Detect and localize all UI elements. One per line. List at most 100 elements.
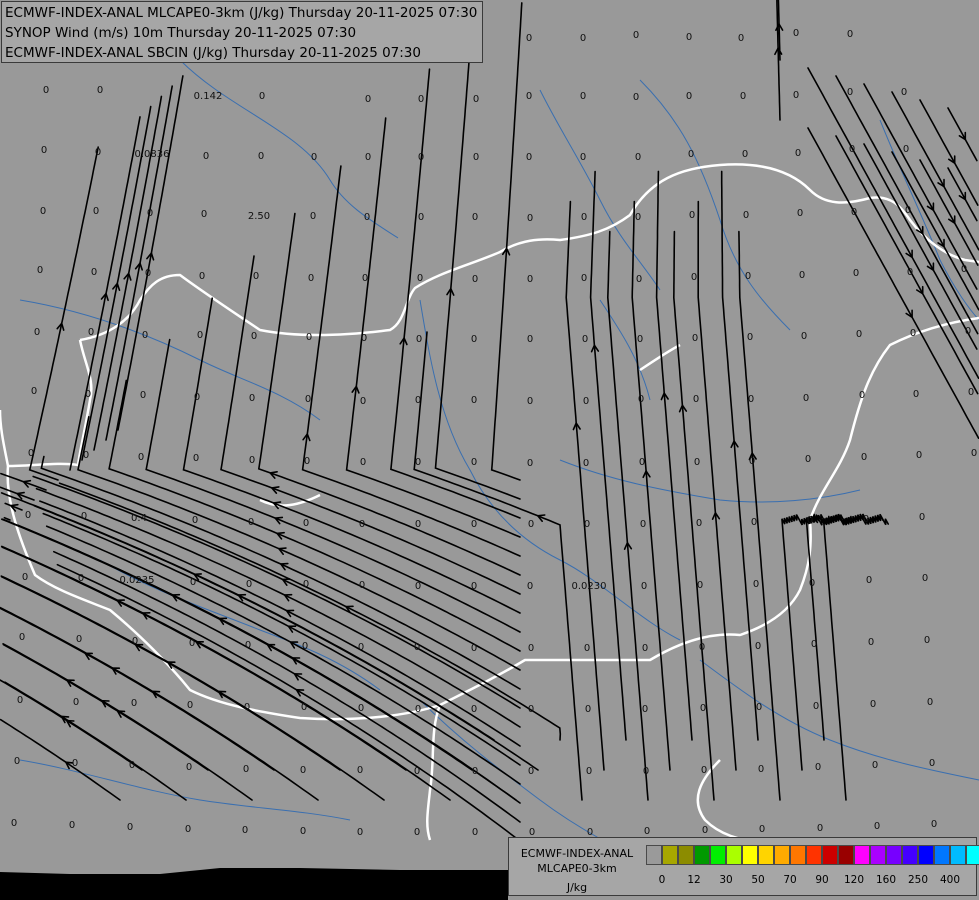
sbcin-value-label: 0: [415, 581, 421, 592]
sbcin-value-label: 0: [310, 211, 316, 222]
legend-swatch: [790, 845, 806, 865]
sbcin-value-label: 0: [636, 274, 642, 285]
sbcin-value-label: 0: [360, 396, 366, 407]
sbcin-value-label: 0: [700, 703, 706, 714]
legend-swatch: [886, 845, 902, 865]
sbcin-value-label: 0: [185, 824, 191, 835]
title-line-sbcin: ECMWF-INDEX-ANAL SBCIN (J/kg) Thursday 2…: [5, 45, 421, 61]
sbcin-value-label: 0: [527, 334, 533, 345]
sbcin-value-label: 0: [633, 30, 639, 41]
sbcin-value-label: 0: [583, 458, 589, 469]
sbcin-value-label: 0: [756, 702, 762, 713]
sbcin-value-label: 0: [34, 327, 40, 338]
sbcin-value-label: 0: [799, 270, 805, 281]
sbcin-value-label: 0: [740, 91, 746, 102]
sbcin-value-label: 0: [694, 457, 700, 468]
sbcin-value-label: 0.142: [194, 91, 223, 102]
sbcin-value-label: 0: [583, 396, 589, 407]
sbcin-value-label: 0: [248, 517, 254, 528]
sbcin-value-label: 0: [85, 389, 91, 400]
sbcin-value-label: 0: [203, 151, 209, 162]
sbcin-value-label: 0: [905, 205, 911, 216]
sbcin-value-label: 0: [795, 148, 801, 159]
sbcin-value-label: 0: [692, 333, 698, 344]
weather-map[interactable]: 000.142000000000001.200000000000000.0836…: [0, 0, 979, 900]
sbcin-value-label: 0: [745, 271, 751, 282]
sbcin-value-label: 0: [749, 456, 755, 467]
legend-tick: 160: [875, 874, 897, 886]
sbcin-value-label: 0: [28, 448, 34, 459]
sbcin-value-label: 0: [189, 638, 195, 649]
sbcin-value-label: 0: [526, 152, 532, 163]
sbcin-value-label: 0: [358, 703, 364, 714]
sbcin-value-label: 0: [863, 514, 869, 525]
sbcin-value-label: 0: [249, 393, 255, 404]
sbcin-value-label: 0: [643, 766, 649, 777]
sbcin-value-label: 0: [640, 519, 646, 530]
sbcin-value-label: 0: [414, 766, 420, 777]
sbcin-value-label: 0: [303, 579, 309, 590]
sbcin-value-label: 0: [311, 152, 317, 163]
sbcin-value-label: 0: [910, 328, 916, 339]
sbcin-value-label: 0: [127, 822, 133, 833]
sbcin-value-label: 0: [686, 32, 692, 43]
sbcin-value-label: 0: [528, 519, 534, 530]
sbcin-value-label: 0: [758, 764, 764, 775]
sbcin-value-label: 0: [639, 457, 645, 468]
sbcin-value-label: 0: [642, 643, 648, 654]
sbcin-value-label: 0: [901, 87, 907, 98]
sbcin-value-label: 0: [870, 699, 876, 710]
sbcin-value-label: 0: [526, 91, 532, 102]
mlcape-legend: ECMWF-INDEX-ANAL MLCAPE0-3km J/kg 0 12 30 5…: [508, 837, 979, 896]
sbcin-value-label: 0: [88, 327, 94, 338]
sbcin-value-label: 0: [743, 210, 749, 221]
sbcin-value-label: 0: [581, 212, 587, 223]
sbcin-value-label: 0: [644, 826, 650, 837]
sbcin-value-label: 0: [903, 144, 909, 155]
sbcin-value-label: 0: [586, 766, 592, 777]
legend-tick: 30: [719, 874, 733, 886]
sbcin-value-label: 0: [187, 700, 193, 711]
sbcin-value-label: 0: [924, 635, 930, 646]
sbcin-value-label: 0: [303, 518, 309, 529]
sbcin-value-label: 0: [416, 334, 422, 345]
sbcin-value-label: 0: [72, 758, 78, 769]
sbcin-value-label: 0: [357, 765, 363, 776]
sbcin-value-label: 0: [580, 91, 586, 102]
sbcin-value-label: 0: [526, 33, 532, 44]
sbcin-value-label: 0: [300, 765, 306, 776]
sbcin-value-label: 0: [40, 206, 46, 217]
sbcin-value-label: 0: [633, 92, 639, 103]
sbcin-value-label: 0.0836: [135, 149, 170, 160]
legend-swatch: [806, 845, 822, 865]
legend-swatch: [966, 845, 979, 865]
sbcin-value-label: 0: [686, 91, 692, 102]
sbcin-value-label: 0: [919, 512, 925, 523]
sbcin-value-label: 0: [245, 640, 251, 651]
sbcin-value-label: 0: [874, 821, 880, 832]
legend-swatch: [758, 845, 774, 865]
sbcin-value-label: 0: [31, 386, 37, 397]
sbcin-value-label: 0: [93, 206, 99, 217]
sbcin-value-label: 0: [357, 827, 363, 838]
sbcin-value-label: 0: [581, 273, 587, 284]
sbcin-value-label: 0: [585, 704, 591, 715]
sbcin-value-label: 0: [907, 267, 913, 278]
legend-swatch: [742, 845, 758, 865]
legend-tick: 120: [843, 874, 865, 886]
sbcin-value-label: 0: [738, 33, 744, 44]
sbcin-value-label: 0: [580, 33, 586, 44]
sbcin-value-label: 0: [815, 762, 821, 773]
legend-swatch: [646, 845, 662, 865]
sbcin-value-label: 0: [471, 519, 477, 530]
sbcin-value-label: 0: [471, 704, 477, 715]
sbcin-value-label: 0: [697, 580, 703, 591]
legend-swatch: [678, 845, 694, 865]
sbcin-value-label: 0: [365, 152, 371, 163]
sbcin-value-label: 0: [913, 389, 919, 400]
sbcin-value-label: 0: [138, 452, 144, 463]
sbcin-value-label: 0: [642, 704, 648, 715]
sbcin-value-label: 0: [147, 208, 153, 219]
sbcin-value-label: 0: [527, 274, 533, 285]
sbcin-value-label: 0: [472, 766, 478, 777]
